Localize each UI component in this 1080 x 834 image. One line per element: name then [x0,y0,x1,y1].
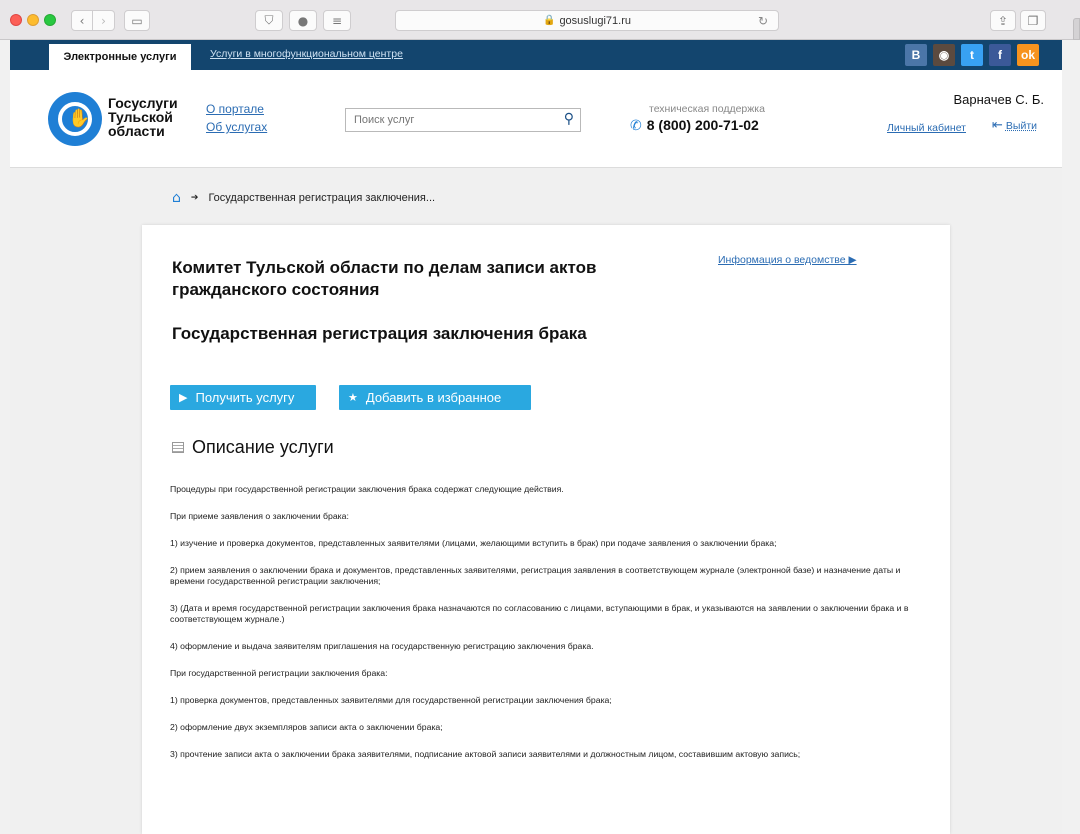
reload-icon[interactable]: ↻ [758,14,768,28]
facebook-icon[interactable]: f [989,44,1011,66]
search-icon[interactable]: ⚲ [564,111,574,127]
shield-icon: ⛉ [264,13,274,27]
adblock-extension-button[interactable]: ● [289,10,317,31]
address-bar[interactable]: 🔒 gosuslugi71.ru ↻ [395,10,779,31]
play-icon: ▶ [179,391,188,404]
document-icon [172,442,184,453]
get-service-label: Получить услугу [195,390,295,405]
maximize-window-button[interactable] [44,14,56,26]
back-button[interactable]: ‹ [71,10,93,31]
description-paragraph: При приеме заявления о заключении брака: [170,511,349,521]
twitter-icon[interactable]: t [961,44,983,66]
description-paragraph: 3) (Дата и время государственной регистр… [170,603,909,624]
service-card: Комитет Тульской области по делам записи… [142,225,950,834]
instagram-icon[interactable]: ◉ [933,44,955,66]
phone-number: 8 (800) 200-71-02 [646,117,759,133]
chevron-right-icon: › [101,13,106,28]
reader-icon: ≡ [331,13,343,28]
department-title: Комитет Тульской области по делам записи… [172,258,597,299]
top-nav-bar: Электронные услуги Услуги в многофункцио… [10,40,1062,70]
site-header: ✋ Госуслуги Тульской области О портале О… [10,70,1062,168]
search-input[interactable] [346,109,546,131]
support-phone[interactable]: ✆ 8 (800) 200-71-02 [630,117,759,134]
service-title: Государственная регистрация заключения б… [172,324,587,343]
search-box: ⚲ [345,108,581,132]
user-name: Варначев С. Б. [953,92,1044,107]
tab-mfc-services[interactable]: Услуги в многофункциональном центре [210,48,403,60]
support-label: техническая поддержка [649,103,765,115]
breadcrumb-current: Государственная регистрация заключения..… [208,192,436,204]
star-icon: ★ [348,391,358,404]
personal-cabinet-link[interactable]: Личный кабинет [887,122,966,134]
phone-icon: ✆ [630,118,642,134]
description-paragraph: 1) изучение и проверка документов, предс… [170,538,777,548]
description-paragraph: Процедуры при государственной регистраци… [170,484,564,494]
description-heading-text: Описание услуги [192,437,334,457]
department-info-link[interactable]: Информация о ведомстве ▶ [718,254,857,266]
logout-label: Выйти [1005,120,1037,132]
description-paragraph: При государственной регистрации заключен… [170,668,388,678]
service-description: Процедуры при государственной регистраци… [170,484,930,776]
home-icon[interactable]: ⌂ [172,190,181,206]
logout-link[interactable]: ⇤ Выйти [992,118,1037,133]
share-icon: ⇪ [997,13,1009,28]
logo-line: Госуслуги [108,95,178,111]
minimize-window-button[interactable] [27,14,39,26]
description-paragraph: 1) проверка документов, представленных з… [170,695,612,705]
odnoklassniki-icon[interactable]: ok [1017,44,1039,66]
description-paragraph: 2) оформление двух экземпляров записи ак… [170,722,443,732]
logo-text[interactable]: Госуслуги Тульской области [108,96,188,138]
browser-toolbar: ‹ › ▭ ⛉ ● ≡ 🔒 gosuslugi71.ru ↻ ⇪ ❐ [0,0,1080,40]
logo-icon[interactable]: ✋ [48,92,102,146]
chevron-left-icon: ‹ [79,13,85,28]
about-portal-link[interactable]: О портале [206,102,264,116]
arrow-right-icon: ➔ [190,193,199,203]
reader-button[interactable]: ≡ [323,10,351,31]
add-favorite-button[interactable]: ★ Добавить в избранное [339,385,531,410]
breadcrumb: ⌂ ➔ Государственная регистрация заключен… [172,190,435,206]
privacy-extension-button[interactable]: ⛉ [255,10,283,31]
get-service-button[interactable]: ▶ Получить услугу [170,385,316,410]
tabs-overview-button[interactable]: ❐ [1020,10,1046,31]
description-heading: Описание услуги [172,437,334,458]
logo-line: области [108,123,165,139]
new-tab-edge[interactable] [1073,18,1080,40]
tabs-icon: ❐ [1027,13,1039,28]
description-paragraph: 3) прочтение записи акта о заключении бр… [170,749,801,759]
vk-icon[interactable]: B [905,44,927,66]
add-favorite-label: Добавить в избранное [365,390,502,405]
lock-icon: 🔒 [542,15,556,26]
share-button[interactable]: ⇪ [990,10,1016,31]
url-text: gosuslugi71.ru [559,14,631,27]
forward-button[interactable]: › [93,10,115,31]
description-paragraph: 4) оформление и выдача заявителям пригла… [170,641,594,651]
about-services-link[interactable]: Об услугах [206,120,267,134]
logout-icon: ⇤ [992,118,1003,133]
sidebar-icon: ▭ [131,13,143,28]
adblock-icon: ● [297,13,309,28]
tab-electronic-services[interactable]: Электронные услуги [49,44,191,70]
description-paragraph: 2) прием заявления о заключении брака и … [170,565,901,586]
logo-line: Тульской [108,109,173,125]
close-window-button[interactable] [10,14,22,26]
sidebar-button[interactable]: ▭ [124,10,150,31]
